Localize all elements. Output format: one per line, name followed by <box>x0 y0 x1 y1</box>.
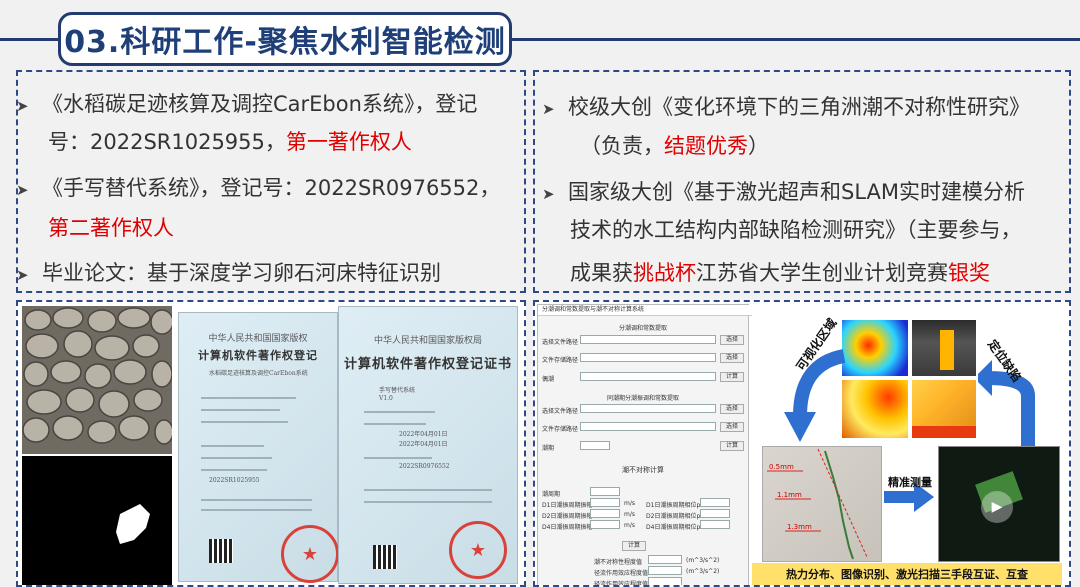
compute-button[interactable]: 计算 <box>622 541 646 551</box>
select-button[interactable]: 选择 <box>720 404 744 414</box>
bullet-arrow-icon: ➤ <box>16 266 29 284</box>
laser-scan-image <box>912 320 976 376</box>
select-button[interactable]: 选择 <box>720 422 744 432</box>
right-item-1-line2: （负责，结题优秀） <box>580 134 769 158</box>
select-button[interactable]: 选择 <box>720 335 744 345</box>
bullet-arrow-icon: ➤ <box>16 181 29 199</box>
page-title: 03.科研工作-聚焦水利智能检测 <box>64 25 506 60</box>
laser-scan-video[interactable]: ▶ <box>938 446 1060 562</box>
u2-input[interactable] <box>590 509 620 518</box>
copyright-certificate-1: 中华人民共和国国家版权 计算机软件著作权登记 水稻碳足迹核算及调控CarEbon… <box>178 312 339 583</box>
official-seal-icon: ★ <box>281 525 339 583</box>
right-item-1-line1: ➤ 校级大创《变化环境下的三角洲潮不对称性研究》 <box>542 86 1030 130</box>
tide-period-input[interactable] <box>580 441 610 450</box>
header-line-right <box>510 38 1080 41</box>
window-titlebar: 分潮调和常数提取与潮不对称计算系统 <box>538 305 752 316</box>
u1-input[interactable] <box>590 498 620 507</box>
left-item-1-line2: 号：2022SR1025955，第一著作权人 <box>48 130 412 154</box>
play-icon[interactable]: ▶ <box>981 491 1013 523</box>
calc-button[interactable]: 计算 <box>720 372 744 382</box>
pebble-riverbed-photo <box>22 306 172 454</box>
thermal-map-3 <box>912 380 976 438</box>
u4-input[interactable] <box>590 520 620 529</box>
label-precise-measure: 精准测量 <box>888 476 932 489</box>
runoff-result-1 <box>648 566 682 575</box>
period-input[interactable] <box>580 372 716 381</box>
bullet-arrow-icon: ➤ <box>542 185 555 203</box>
tide-cycle-input[interactable] <box>590 487 620 496</box>
calc-button[interactable]: 计算 <box>720 441 744 451</box>
save-path-input[interactable] <box>580 353 716 362</box>
detection-diagram: 可视化区域 定位缺陷 0.5mm 1.1mm 1.3mm 精准测量 ▶ <box>752 306 1069 585</box>
right-image-panel: 分潮调和常数提取与潮不对称计算系统 分潮调和常数提取 选择文件路径 选择 文件存… <box>533 300 1071 587</box>
file-path-input[interactable] <box>580 335 716 344</box>
asymmetry-result <box>648 555 682 564</box>
right-item-2-line3: 成果获挑战杯江苏省大学生创业计划竞赛银奖 <box>570 261 990 285</box>
phi2-input[interactable] <box>700 509 730 518</box>
left-item-2-line2: 第二著作权人 <box>48 216 174 240</box>
detection-caption: 热力分布、图像识别、激光扫描三手段互证、互查 <box>752 563 1062 585</box>
header-title-box: 03.科研工作-聚焦水利智能检测 <box>58 12 512 66</box>
bullet-arrow-icon: ➤ <box>542 100 555 118</box>
runoff-result-2 <box>648 577 682 585</box>
qr-code-icon <box>373 545 397 569</box>
left-item-2-line1: ➤ 《手写替代系统》，登记号：2022SR0976552， <box>16 167 500 211</box>
copyright-certificate-2: 中华人民共和国国家版权局 计算机软件著作权登记证书 手写替代系统 V1.0 20… <box>338 306 518 584</box>
crack-measurement-photo: 0.5mm 1.1mm 1.3mm <box>762 446 882 562</box>
phi4-input[interactable] <box>700 520 730 529</box>
phi1-input[interactable] <box>700 498 730 507</box>
qr-code-icon <box>209 539 233 563</box>
right-item-2-line2: 技术的水工结构内部缺陷检测研究》（主要参与， <box>570 218 1022 242</box>
official-seal-icon: ★ <box>449 521 507 579</box>
header-line-left <box>0 38 60 41</box>
file-path-input-2[interactable] <box>580 404 716 413</box>
left-item-3: ➤ 毕业论文：基于深度学习卵石河床特征识别 <box>16 252 441 296</box>
bullet-arrow-icon: ➤ <box>16 97 29 115</box>
save-path-input-2[interactable] <box>580 422 716 431</box>
software-window: 分潮调和常数提取与潮不对称计算系统 分潮调和常数提取 选择文件路径 选择 文件存… <box>537 304 752 585</box>
left-image-panel: 中华人民共和国国家版权 计算机软件著作权登记 水稻碳足迹核算及调控CarEbon… <box>16 300 526 587</box>
select-button[interactable]: 选择 <box>720 353 744 363</box>
segmentation-mask-image <box>22 456 172 585</box>
